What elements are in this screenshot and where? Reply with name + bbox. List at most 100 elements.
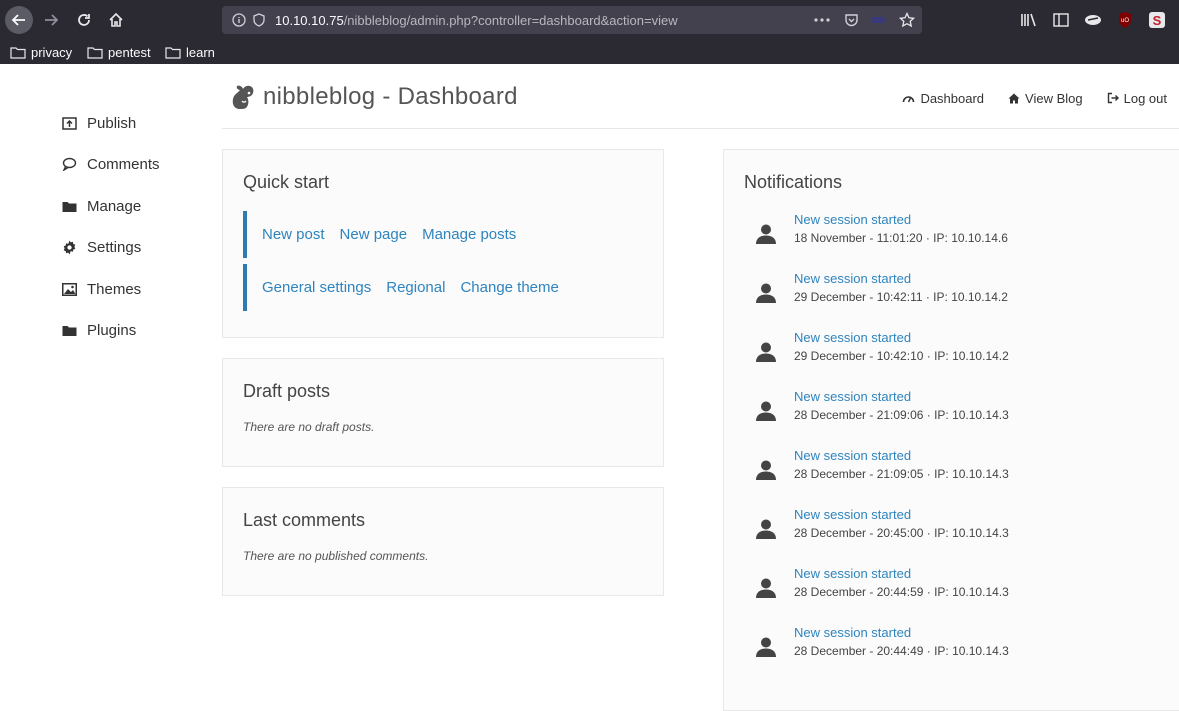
- extension-s-icon[interactable]: S: [1147, 10, 1167, 30]
- notification-title-link[interactable]: New session started: [794, 566, 911, 581]
- ublock-origin-icon[interactable]: uO: [1115, 10, 1135, 30]
- bookmark-label: pentest: [108, 44, 151, 60]
- panel-title: Notifications: [744, 172, 843, 192]
- extension-cookie-icon[interactable]: [1083, 10, 1103, 30]
- svg-text:uO: uO: [1121, 18, 1129, 24]
- user-avatar-icon: [756, 637, 776, 657]
- user-avatar-icon: [756, 224, 776, 244]
- sidebar-item-label: Publish: [87, 114, 137, 132]
- regional-link[interactable]: Regional: [386, 279, 445, 296]
- url-text[interactable]: 10.10.10.75/nibbleblog/admin.php?control…: [275, 13, 678, 28]
- home-icon: [109, 12, 123, 27]
- reload-icon: [78, 14, 90, 26]
- logout-icon: [1107, 92, 1119, 104]
- user-avatar-icon: [756, 519, 776, 539]
- sidebar-item-label: Themes: [87, 280, 142, 298]
- sidebar-item-publish[interactable]: Publish: [61, 112, 136, 134]
- notification-meta: 28 December - 20:44:59 · IP: 10.10.14.3: [794, 585, 1009, 599]
- notification-item: New session started 28 December - 20:45:0…: [754, 507, 1154, 547]
- user-avatar-icon: [756, 283, 776, 303]
- back-button[interactable]: [5, 6, 33, 34]
- header-divider: [222, 128, 1179, 129]
- sidebar-item-label: Settings: [87, 238, 142, 256]
- shield-icon[interactable]: [251, 12, 267, 28]
- extension-badge-icon[interactable]: [870, 12, 886, 28]
- sidebar-item-plugins[interactable]: Plugins: [61, 319, 136, 341]
- notification-item: New session started 29 December - 10:42:1…: [754, 330, 1154, 370]
- image-icon: [61, 281, 77, 297]
- publish-icon: [61, 115, 77, 131]
- nav-label: Log out: [1123, 90, 1167, 106]
- nav-view-blog-link[interactable]: View Blog: [1008, 91, 1083, 106]
- notification-title-link[interactable]: New session started: [794, 330, 911, 345]
- forward-button[interactable]: [38, 7, 64, 33]
- browser-toolbar: 10.10.10.75/nibbleblog/admin.php?control…: [0, 0, 1179, 40]
- change-theme-link[interactable]: Change theme: [460, 279, 558, 296]
- new-page-link[interactable]: New page: [340, 226, 408, 243]
- comment-icon: [61, 156, 77, 172]
- info-icon[interactable]: [231, 12, 247, 28]
- folder-icon: [61, 322, 77, 338]
- sidebar-item-comments[interactable]: Comments: [61, 153, 160, 175]
- draft-posts-panel: Draft posts There are no draft posts.: [222, 358, 664, 467]
- url-host: 10.10.10.75: [275, 13, 344, 28]
- user-avatar-icon: [756, 342, 776, 362]
- sidebar-item-themes[interactable]: Themes: [61, 278, 141, 300]
- bookmark-folder-pentest[interactable]: pentest: [87, 43, 151, 61]
- quick-start-panel: Quick start New post New page Manage pos…: [222, 149, 664, 338]
- page-actions-menu-icon[interactable]: [814, 12, 830, 28]
- sidebar-item-label: Comments: [87, 155, 160, 173]
- notification-title-link[interactable]: New session started: [794, 507, 911, 522]
- url-path: /nibbleblog/admin.php?controller=dashboa…: [343, 13, 678, 28]
- notification-title-link[interactable]: New session started: [794, 448, 911, 463]
- notification-title-link[interactable]: New session started: [794, 212, 911, 227]
- home-button[interactable]: [103, 7, 129, 33]
- notification-meta: 29 December - 10:42:10 · IP: 10.10.14.2: [794, 349, 1009, 363]
- browser-chrome: 10.10.10.75/nibbleblog/admin.php?control…: [0, 0, 1179, 64]
- bookmarks-toolbar: privacy pentest learn: [0, 40, 1179, 64]
- bookmark-folder-learn[interactable]: learn: [165, 43, 215, 61]
- folder-icon: [10, 46, 26, 59]
- nav-dashboard-link[interactable]: Dashboard: [902, 91, 984, 106]
- notification-meta: 28 December - 20:45:00 · IP: 10.10.14.3: [794, 526, 1009, 540]
- notification-title-link[interactable]: New session started: [794, 271, 911, 286]
- nav-label: Dashboard: [920, 90, 985, 106]
- page-content: Publish Comments Manage Settings Themes: [0, 64, 1179, 711]
- nav-logout-link[interactable]: Log out: [1107, 91, 1167, 106]
- reload-button[interactable]: [71, 7, 97, 33]
- empty-state-text: There are no draft posts.: [243, 420, 375, 434]
- notification-title-link[interactable]: New session started: [794, 389, 911, 404]
- sidebar-item-manage[interactable]: Manage: [61, 195, 141, 217]
- pocket-icon[interactable]: [843, 12, 859, 28]
- notification-item: New session started 28 December - 21:09:0…: [754, 448, 1154, 488]
- user-avatar-icon: [756, 460, 776, 480]
- arrow-right-icon: [45, 14, 59, 26]
- panel-title: Last comments: [243, 510, 366, 530]
- new-post-link[interactable]: New post: [262, 226, 325, 243]
- page-title: nibbleblog - Dashboard: [263, 83, 518, 110]
- squirrel-icon: [232, 85, 254, 109]
- nav-label: View Blog: [1025, 90, 1083, 106]
- notifications-panel: Notifications New session started 18 Nove…: [723, 149, 1179, 711]
- sidebar-item-label: Manage: [87, 197, 142, 215]
- sidebar-toggle-icon[interactable]: [1051, 10, 1071, 30]
- manage-posts-link[interactable]: Manage posts: [422, 226, 516, 243]
- bookmark-star-icon[interactable]: [899, 12, 915, 28]
- library-icon[interactable]: [1019, 10, 1039, 30]
- notification-title-link[interactable]: New session started: [794, 625, 911, 640]
- sidebar-item-settings[interactable]: Settings: [61, 236, 141, 258]
- notification-item: New session started 28 December - 20:44:4…: [754, 625, 1154, 665]
- notification-meta: 28 December - 21:09:05 · IP: 10.10.14.3: [794, 467, 1009, 481]
- notification-meta: 28 December - 21:09:06 · IP: 10.10.14.3: [794, 408, 1009, 422]
- bookmark-folder-privacy[interactable]: privacy: [10, 43, 72, 61]
- user-avatar-icon: [756, 578, 776, 598]
- panel-title: Draft posts: [243, 381, 331, 401]
- general-settings-link[interactable]: General settings: [262, 279, 371, 296]
- dashboard-gauge-icon: [903, 96, 915, 103]
- notification-item: New session started 18 November - 11:01:2…: [754, 212, 1154, 252]
- address-bar[interactable]: 10.10.10.75/nibbleblog/admin.php?control…: [222, 6, 922, 34]
- home-icon: [1008, 93, 1020, 103]
- notification-item: New session started 28 December - 21:09:0…: [754, 389, 1154, 429]
- brand-header: nibbleblog - Dashboard: [231, 80, 518, 114]
- last-comments-panel: Last comments There are no published com…: [222, 487, 664, 596]
